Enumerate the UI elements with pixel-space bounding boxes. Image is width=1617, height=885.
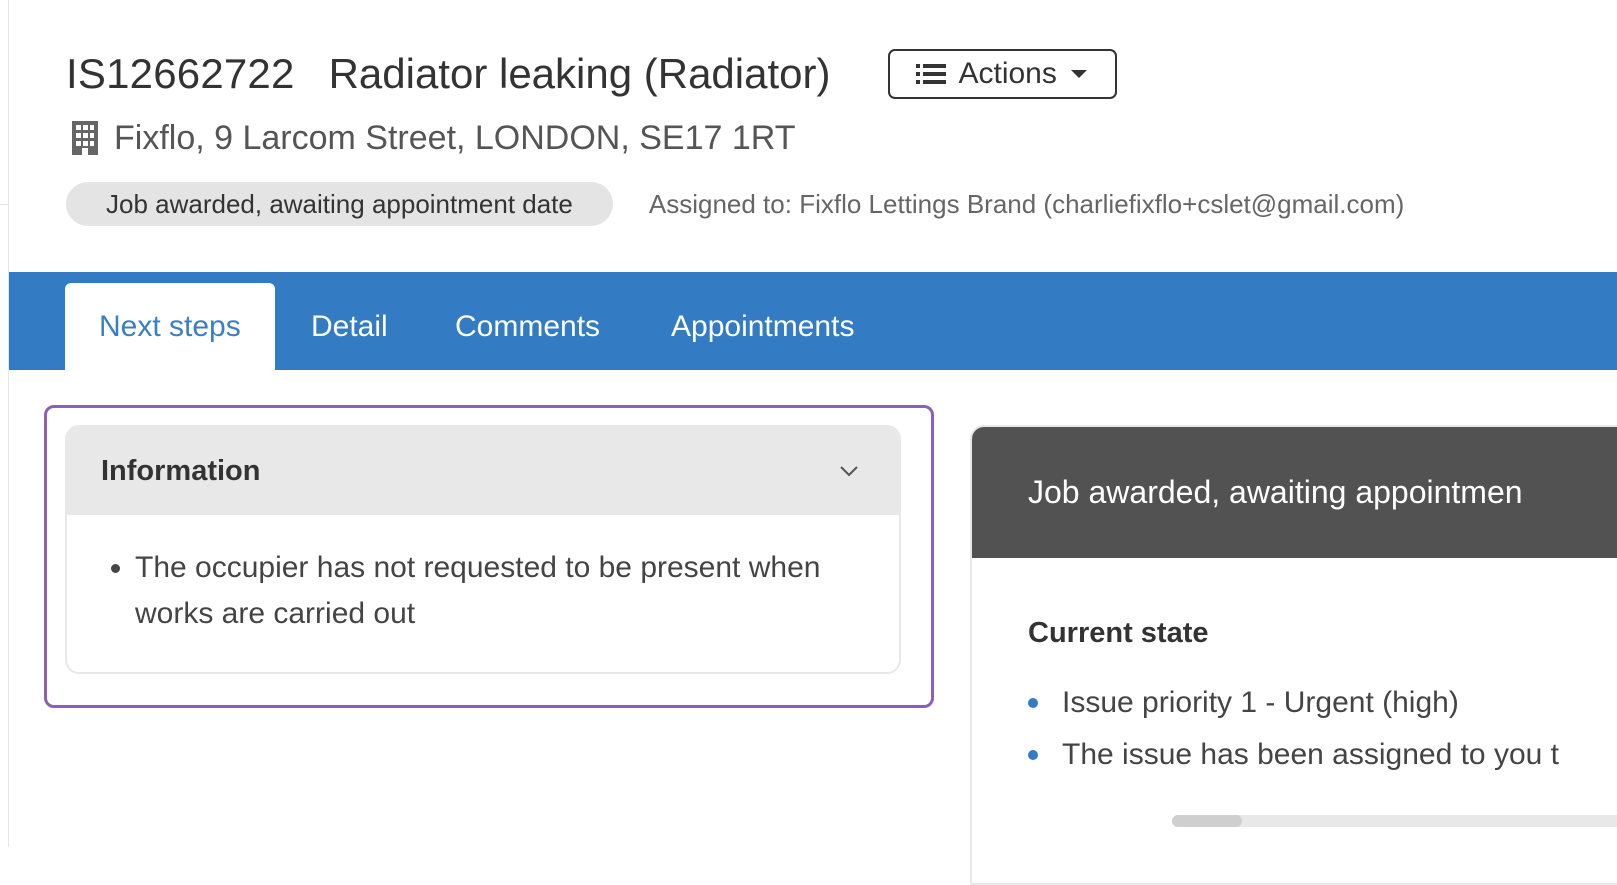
issue-reference: IS12662722: [66, 50, 295, 97]
tab-next-steps[interactable]: Next steps: [65, 283, 275, 370]
status-row: Job awarded, awaiting appointment date A…: [66, 182, 1617, 226]
tab-bar: Next steps Detail Comments Appointments: [9, 272, 1617, 370]
actions-dropdown-button[interactable]: Actions: [888, 49, 1117, 99]
status-panel: Job awarded, awaiting appointmen Current…: [970, 425, 1617, 885]
bullet-icon: [1028, 750, 1038, 760]
horizontal-scrollbar[interactable]: [1172, 815, 1617, 827]
information-body: The occupier has not requested to be pre…: [67, 515, 899, 637]
issue-title: Radiator leaking (Radiator): [328, 50, 831, 97]
page-left-tick: [0, 204, 8, 205]
scrollbar-thumb[interactable]: [1172, 815, 1242, 827]
chevron-down-icon[interactable]: [839, 464, 859, 478]
page-left-border: [8, 0, 9, 847]
building-icon: [72, 121, 98, 155]
status-badge: Job awarded, awaiting appointment date: [66, 182, 613, 226]
state-item-text: Issue priority 1 - Urgent (high): [1062, 686, 1459, 719]
assigned-to: Assigned to: Fixflo Lettings Brand (char…: [648, 188, 1405, 219]
issue-header: IS12662722 Radiator leaking (Radiator) A…: [66, 44, 1617, 226]
tab-detail[interactable]: Detail: [311, 283, 388, 370]
address-row: Fixflo, 9 Larcom Street, LONDON, SE17 1R…: [66, 118, 1617, 158]
list-icon: [916, 64, 947, 84]
title-row: IS12662722 Radiator leaking (Radiator) A…: [66, 44, 1617, 104]
bullet-icon: [1028, 698, 1038, 708]
status-panel-header: Job awarded, awaiting appointmen: [972, 427, 1617, 558]
tab-appointments[interactable]: Appointments: [671, 283, 854, 370]
caret-down-icon: [1070, 70, 1087, 78]
current-state-list: Issue priority 1 - Urgent (high) The iss…: [1028, 677, 1559, 781]
information-panel-header[interactable]: Information: [67, 427, 899, 515]
property-address: Fixflo, 9 Larcom Street, LONDON, SE17 1R…: [114, 118, 796, 157]
list-item: Issue priority 1 - Urgent (high): [1028, 677, 1559, 729]
information-panel: Information The occupier has not request…: [65, 425, 901, 674]
list-item: The occupier has not requested to be pre…: [135, 545, 859, 637]
tab-comments[interactable]: Comments: [455, 283, 600, 370]
information-list: The occupier has not requested to be pre…: [107, 545, 859, 637]
list-item: The issue has been assigned to you t: [1028, 729, 1559, 781]
information-title: Information: [101, 454, 261, 487]
actions-label: Actions: [958, 57, 1057, 90]
current-state-title: Current state: [1028, 617, 1209, 649]
state-item-text: The issue has been assigned to you t: [1062, 738, 1559, 771]
